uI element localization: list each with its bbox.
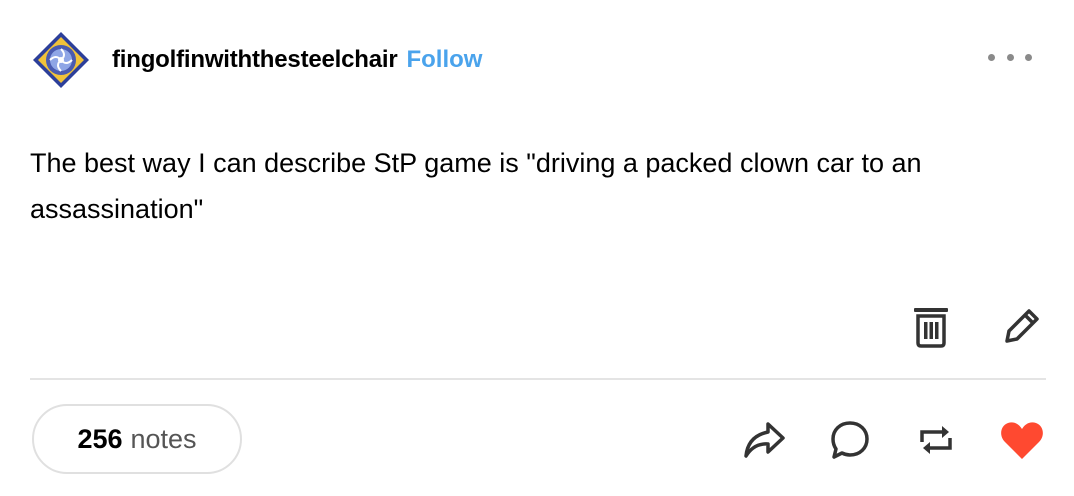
reblog-button[interactable] xyxy=(910,412,962,468)
more-horizontal-icon[interactable] xyxy=(988,46,1032,68)
owner-tools xyxy=(906,300,1046,354)
footer-divider xyxy=(30,378,1046,380)
notes-label: notes xyxy=(130,423,197,454)
like-icon xyxy=(1001,422,1043,459)
share-button[interactable] xyxy=(738,412,790,468)
avatar-emblem-icon[interactable] xyxy=(30,29,92,91)
notes-count: 256 xyxy=(77,423,123,454)
post-card: fingolfinwiththesteelchair Follow The be… xyxy=(0,0,1074,496)
trash-icon xyxy=(914,308,948,348)
post-header: fingolfinwiththesteelchair Follow xyxy=(30,30,482,90)
reply-button[interactable] xyxy=(824,412,876,468)
more-dot xyxy=(1025,53,1032,61)
post-body-text: The best way I can describe StP game is … xyxy=(30,148,922,224)
follow-button[interactable]: Follow xyxy=(406,46,482,74)
notes-button[interactable]: 256 notes xyxy=(32,404,242,474)
like-button[interactable] xyxy=(996,412,1048,468)
more-dot xyxy=(1006,53,1014,61)
delete-button[interactable] xyxy=(906,300,956,354)
edit-button[interactable] xyxy=(996,300,1046,354)
share-icon xyxy=(744,422,785,458)
more-dot xyxy=(988,53,995,61)
pencil-icon xyxy=(1005,309,1039,343)
post-actions xyxy=(738,412,1048,468)
reply-icon xyxy=(831,421,869,459)
author-username[interactable]: fingolfinwiththesteelchair xyxy=(112,46,398,74)
reblog-icon xyxy=(920,426,952,454)
